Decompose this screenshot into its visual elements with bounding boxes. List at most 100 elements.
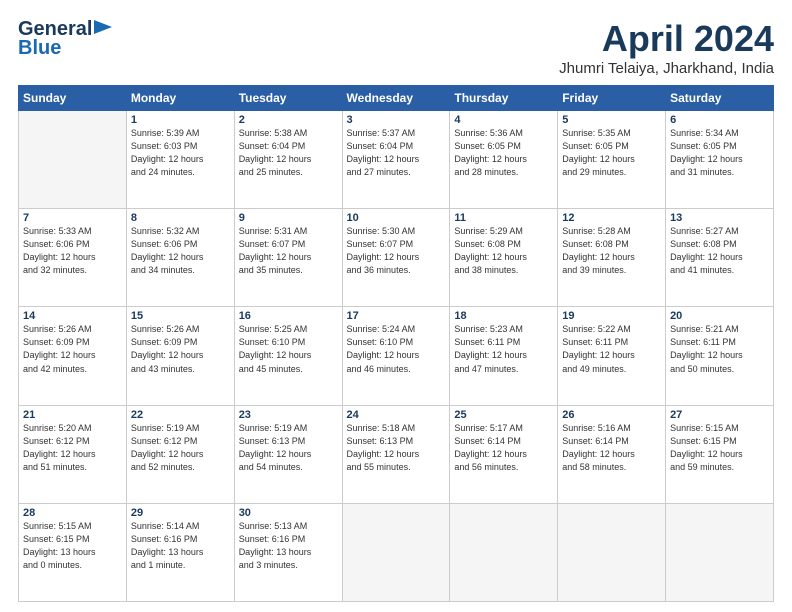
calendar-day-cell: 25Sunrise: 5:17 AM Sunset: 6:14 PM Dayli… — [450, 405, 558, 503]
calendar-day-cell: 11Sunrise: 5:29 AM Sunset: 6:08 PM Dayli… — [450, 209, 558, 307]
day-number: 1 — [131, 114, 230, 126]
day-detail: Sunrise: 5:33 AM Sunset: 6:06 PM Dayligh… — [23, 225, 122, 277]
calendar-day-cell: 28Sunrise: 5:15 AM Sunset: 6:15 PM Dayli… — [19, 503, 127, 601]
day-number: 2 — [239, 114, 338, 126]
day-detail: Sunrise: 5:20 AM Sunset: 6:12 PM Dayligh… — [23, 422, 122, 474]
calendar-day-cell: 8Sunrise: 5:32 AM Sunset: 6:06 PM Daylig… — [126, 209, 234, 307]
day-number: 9 — [239, 212, 338, 224]
day-detail: Sunrise: 5:31 AM Sunset: 6:07 PM Dayligh… — [239, 225, 338, 277]
calendar-body: 1Sunrise: 5:39 AM Sunset: 6:03 PM Daylig… — [19, 111, 774, 602]
weekday-header-cell: Sunday — [19, 86, 127, 111]
day-number: 14 — [23, 310, 122, 322]
day-number: 10 — [347, 212, 446, 224]
day-detail: Sunrise: 5:15 AM Sunset: 6:15 PM Dayligh… — [23, 520, 122, 572]
day-detail: Sunrise: 5:25 AM Sunset: 6:10 PM Dayligh… — [239, 323, 338, 375]
day-number: 21 — [23, 409, 122, 421]
calendar-day-cell: 9Sunrise: 5:31 AM Sunset: 6:07 PM Daylig… — [234, 209, 342, 307]
day-detail: Sunrise: 5:16 AM Sunset: 6:14 PM Dayligh… — [562, 422, 661, 474]
calendar-day-cell: 27Sunrise: 5:15 AM Sunset: 6:15 PM Dayli… — [666, 405, 774, 503]
calendar-day-cell: 7Sunrise: 5:33 AM Sunset: 6:06 PM Daylig… — [19, 209, 127, 307]
weekday-header-cell: Tuesday — [234, 86, 342, 111]
calendar-day-cell: 4Sunrise: 5:36 AM Sunset: 6:05 PM Daylig… — [450, 111, 558, 209]
calendar-day-cell: 1Sunrise: 5:39 AM Sunset: 6:03 PM Daylig… — [126, 111, 234, 209]
day-number: 13 — [670, 212, 769, 224]
calendar-day-cell: 5Sunrise: 5:35 AM Sunset: 6:05 PM Daylig… — [558, 111, 666, 209]
day-detail: Sunrise: 5:22 AM Sunset: 6:11 PM Dayligh… — [562, 323, 661, 375]
day-number: 23 — [239, 409, 338, 421]
day-number: 6 — [670, 114, 769, 126]
calendar-day-cell: 22Sunrise: 5:19 AM Sunset: 6:12 PM Dayli… — [126, 405, 234, 503]
calendar-week-row: 1Sunrise: 5:39 AM Sunset: 6:03 PM Daylig… — [19, 111, 774, 209]
day-number: 7 — [23, 212, 122, 224]
calendar-day-cell: 10Sunrise: 5:30 AM Sunset: 6:07 PM Dayli… — [342, 209, 450, 307]
calendar-day-cell: 21Sunrise: 5:20 AM Sunset: 6:12 PM Dayli… — [19, 405, 127, 503]
day-detail: Sunrise: 5:21 AM Sunset: 6:11 PM Dayligh… — [670, 323, 769, 375]
calendar-day-cell: 30Sunrise: 5:13 AM Sunset: 6:16 PM Dayli… — [234, 503, 342, 601]
day-number: 18 — [454, 310, 553, 322]
day-detail: Sunrise: 5:14 AM Sunset: 6:16 PM Dayligh… — [131, 520, 230, 572]
day-detail: Sunrise: 5:37 AM Sunset: 6:04 PM Dayligh… — [347, 127, 446, 179]
calendar-week-row: 28Sunrise: 5:15 AM Sunset: 6:15 PM Dayli… — [19, 503, 774, 601]
day-detail: Sunrise: 5:17 AM Sunset: 6:14 PM Dayligh… — [454, 422, 553, 474]
day-detail: Sunrise: 5:23 AM Sunset: 6:11 PM Dayligh… — [454, 323, 553, 375]
day-detail: Sunrise: 5:39 AM Sunset: 6:03 PM Dayligh… — [131, 127, 230, 179]
calendar-week-row: 21Sunrise: 5:20 AM Sunset: 6:12 PM Dayli… — [19, 405, 774, 503]
calendar-day-cell: 2Sunrise: 5:38 AM Sunset: 6:04 PM Daylig… — [234, 111, 342, 209]
calendar-table: SundayMondayTuesdayWednesdayThursdayFrid… — [18, 85, 774, 602]
day-number: 22 — [131, 409, 230, 421]
day-detail: Sunrise: 5:35 AM Sunset: 6:05 PM Dayligh… — [562, 127, 661, 179]
day-detail: Sunrise: 5:13 AM Sunset: 6:16 PM Dayligh… — [239, 520, 338, 572]
day-number: 17 — [347, 310, 446, 322]
logo-arrow-icon — [94, 20, 112, 34]
day-detail: Sunrise: 5:18 AM Sunset: 6:13 PM Dayligh… — [347, 422, 446, 474]
calendar-day-cell — [342, 503, 450, 601]
calendar-day-cell: 6Sunrise: 5:34 AM Sunset: 6:05 PM Daylig… — [666, 111, 774, 209]
calendar-day-cell: 23Sunrise: 5:19 AM Sunset: 6:13 PM Dayli… — [234, 405, 342, 503]
day-number: 19 — [562, 310, 661, 322]
day-detail: Sunrise: 5:38 AM Sunset: 6:04 PM Dayligh… — [239, 127, 338, 179]
day-detail: Sunrise: 5:27 AM Sunset: 6:08 PM Dayligh… — [670, 225, 769, 277]
day-number: 16 — [239, 310, 338, 322]
calendar-week-row: 14Sunrise: 5:26 AM Sunset: 6:09 PM Dayli… — [19, 307, 774, 405]
day-detail: Sunrise: 5:15 AM Sunset: 6:15 PM Dayligh… — [670, 422, 769, 474]
calendar-day-cell: 3Sunrise: 5:37 AM Sunset: 6:04 PM Daylig… — [342, 111, 450, 209]
day-detail: Sunrise: 5:30 AM Sunset: 6:07 PM Dayligh… — [347, 225, 446, 277]
day-number: 24 — [347, 409, 446, 421]
day-number: 27 — [670, 409, 769, 421]
day-number: 29 — [131, 507, 230, 519]
day-detail: Sunrise: 5:34 AM Sunset: 6:05 PM Dayligh… — [670, 127, 769, 179]
weekday-header-cell: Friday — [558, 86, 666, 111]
calendar-day-cell — [666, 503, 774, 601]
location: Jhumri Telaiya, Jharkhand, India — [559, 60, 774, 77]
logo-blue: Blue — [18, 37, 61, 60]
weekday-header-cell: Monday — [126, 86, 234, 111]
day-number: 8 — [131, 212, 230, 224]
day-number: 28 — [23, 507, 122, 519]
month-title: April 2024 — [559, 18, 774, 60]
day-detail: Sunrise: 5:19 AM Sunset: 6:13 PM Dayligh… — [239, 422, 338, 474]
calendar-day-cell: 15Sunrise: 5:26 AM Sunset: 6:09 PM Dayli… — [126, 307, 234, 405]
day-number: 11 — [454, 212, 553, 224]
calendar-day-cell — [19, 111, 127, 209]
day-detail: Sunrise: 5:26 AM Sunset: 6:09 PM Dayligh… — [23, 323, 122, 375]
calendar-day-cell: 16Sunrise: 5:25 AM Sunset: 6:10 PM Dayli… — [234, 307, 342, 405]
day-number: 20 — [670, 310, 769, 322]
day-number: 15 — [131, 310, 230, 322]
calendar-day-cell: 14Sunrise: 5:26 AM Sunset: 6:09 PM Dayli… — [19, 307, 127, 405]
calendar-day-cell: 12Sunrise: 5:28 AM Sunset: 6:08 PM Dayli… — [558, 209, 666, 307]
day-detail: Sunrise: 5:36 AM Sunset: 6:05 PM Dayligh… — [454, 127, 553, 179]
day-detail: Sunrise: 5:24 AM Sunset: 6:10 PM Dayligh… — [347, 323, 446, 375]
logo: General Blue — [18, 18, 112, 60]
weekday-header-cell: Wednesday — [342, 86, 450, 111]
weekday-header-cell: Saturday — [666, 86, 774, 111]
calendar-day-cell: 24Sunrise: 5:18 AM Sunset: 6:13 PM Dayli… — [342, 405, 450, 503]
day-number: 30 — [239, 507, 338, 519]
calendar-week-row: 7Sunrise: 5:33 AM Sunset: 6:06 PM Daylig… — [19, 209, 774, 307]
day-number: 25 — [454, 409, 553, 421]
calendar-page: General Blue April 2024 Jhumri Telaiya, … — [0, 0, 792, 612]
calendar-day-cell: 19Sunrise: 5:22 AM Sunset: 6:11 PM Dayli… — [558, 307, 666, 405]
calendar-day-cell: 18Sunrise: 5:23 AM Sunset: 6:11 PM Dayli… — [450, 307, 558, 405]
calendar-day-cell: 20Sunrise: 5:21 AM Sunset: 6:11 PM Dayli… — [666, 307, 774, 405]
weekday-header-cell: Thursday — [450, 86, 558, 111]
calendar-day-cell — [558, 503, 666, 601]
